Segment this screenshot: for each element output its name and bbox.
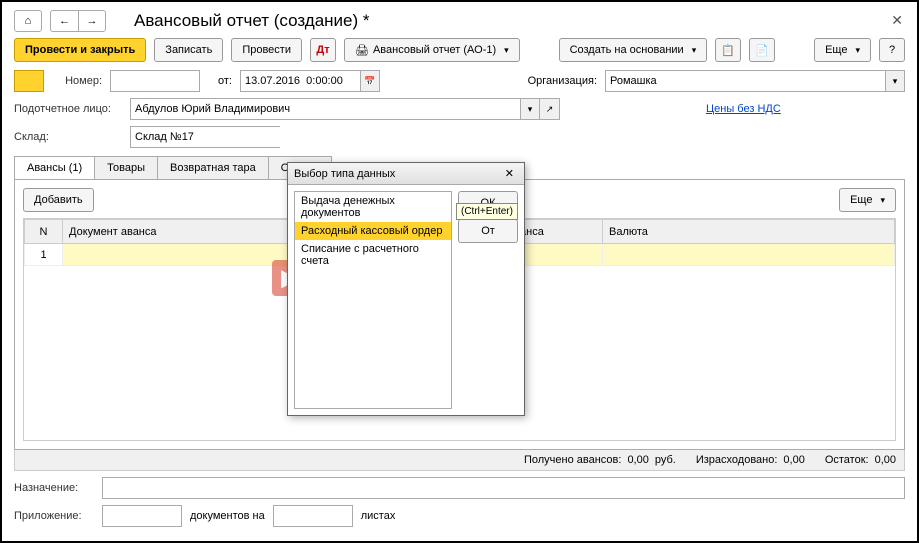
- prices-link[interactable]: Цены без НДС: [706, 103, 781, 115]
- attach-button[interactable]: 📋: [715, 38, 741, 62]
- org-input[interactable]: [605, 70, 885, 92]
- table-more-button[interactable]: Еще: [839, 188, 896, 212]
- post-and-close-button[interactable]: Провести и закрыть: [14, 38, 146, 62]
- dialog-cancel-button[interactable]: От: [458, 219, 518, 243]
- org-dropdown-button[interactable]: ▾: [885, 70, 905, 92]
- home-button[interactable]: ⌂: [14, 10, 42, 32]
- received-label: Получено авансов:: [524, 454, 621, 466]
- date-input[interactable]: [240, 70, 360, 92]
- col-n[interactable]: N: [25, 220, 63, 244]
- dt-kt-button[interactable]: Дт: [310, 38, 336, 62]
- dialog-close-button[interactable]: ✕: [501, 167, 518, 180]
- purpose-label: Назначение:: [14, 482, 94, 494]
- post-button[interactable]: Провести: [231, 38, 302, 62]
- page-title: Авансовый отчет (создание) *: [134, 11, 370, 31]
- person-label: Подотчетное лицо:: [14, 103, 122, 115]
- dialog-list: Выдача денежных документов Расходный кас…: [294, 191, 452, 409]
- cell-currency[interactable]: [603, 244, 895, 266]
- docs-on-label: документов на: [190, 510, 265, 522]
- dt-kt-icon: Дт: [316, 44, 329, 56]
- type-select-dialog: Выбор типа данных ✕ Выдача денежных доку…: [287, 162, 525, 416]
- dialog-title-text: Выбор типа данных: [294, 168, 395, 180]
- doc-icon: 📄: [755, 44, 769, 57]
- add-row-button[interactable]: Добавить: [23, 188, 94, 212]
- attach-count-input[interactable]: [102, 505, 182, 527]
- clipboard-icon: 📋: [721, 44, 735, 57]
- tab-tare[interactable]: Возвратная тара: [157, 156, 269, 179]
- warehouse-label: Склад:: [14, 131, 122, 143]
- cell-n: 1: [25, 244, 63, 266]
- col-currency[interactable]: Валюта: [603, 220, 895, 244]
- dialog-item-2[interactable]: Списание с расчетного счета: [295, 240, 451, 270]
- tab-advances[interactable]: Авансы (1): [14, 156, 95, 179]
- save-button[interactable]: Записать: [154, 38, 223, 62]
- sheets-input[interactable]: [273, 505, 353, 527]
- attach-label: Приложение:: [14, 510, 94, 522]
- person-dropdown-button[interactable]: ▾: [520, 98, 540, 120]
- dialog-item-1[interactable]: Расходный кассовый ордер: [295, 222, 451, 240]
- person-open-button[interactable]: ↗: [540, 98, 560, 120]
- spent-label: Израсходовано:: [696, 454, 778, 466]
- arrow-left-icon: ←: [59, 15, 70, 27]
- date-picker-button[interactable]: 📅: [360, 70, 380, 92]
- status-strip: [14, 70, 44, 92]
- create-based-dropdown[interactable]: Создать на основании: [559, 38, 708, 62]
- date-label: от:: [218, 75, 232, 87]
- number-label: Номер:: [52, 75, 102, 87]
- more-button[interactable]: Еще: [814, 38, 871, 62]
- print-dropdown[interactable]: 🖨Авансовый отчет (АО-1): [344, 38, 520, 62]
- printer-icon: 🖨: [355, 44, 369, 57]
- help-button[interactable]: ?: [879, 38, 905, 62]
- dialog-item-0[interactable]: Выдача денежных документов: [295, 192, 451, 222]
- balance-value: 0,00: [875, 454, 896, 466]
- back-button[interactable]: ←: [50, 10, 78, 32]
- close-button[interactable]: ✕: [891, 12, 903, 29]
- tab-goods[interactable]: Товары: [94, 156, 158, 179]
- doc-button[interactable]: 📄: [749, 38, 775, 62]
- arrow-right-icon: →: [87, 15, 98, 27]
- received-value: 0,00: [627, 454, 648, 466]
- spent-value: 0,00: [783, 454, 804, 466]
- balance-label: Остаток:: [825, 454, 869, 466]
- org-label: Организация:: [528, 75, 597, 87]
- forward-button[interactable]: →: [78, 10, 106, 32]
- shortcut-tooltip: (Ctrl+Enter): [456, 203, 518, 220]
- person-input[interactable]: [130, 98, 520, 120]
- sheets-label: листах: [361, 510, 396, 522]
- purpose-input[interactable]: [102, 477, 905, 499]
- home-icon: ⌂: [25, 15, 32, 27]
- number-input[interactable]: [110, 70, 200, 92]
- warehouse-input[interactable]: [130, 126, 280, 148]
